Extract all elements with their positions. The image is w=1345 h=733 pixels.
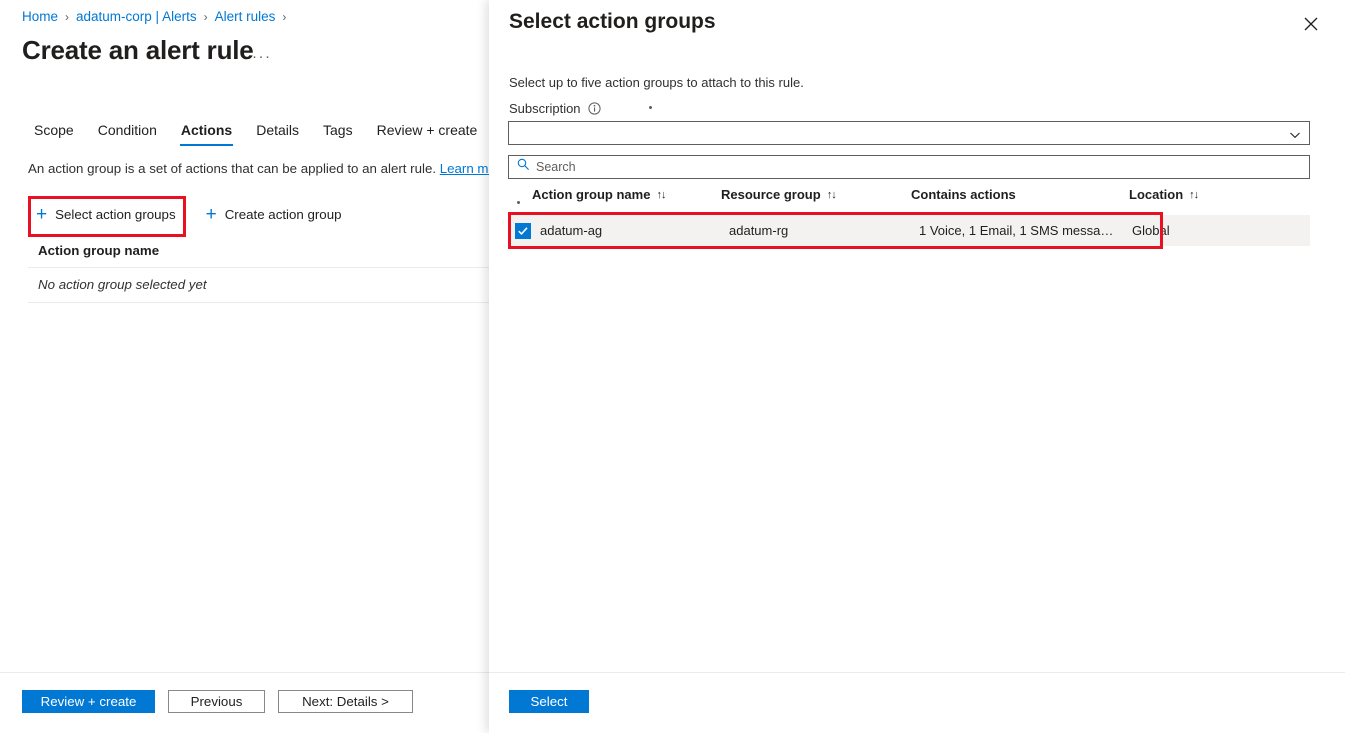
previous-button[interactable]: Previous xyxy=(168,690,265,713)
review-create-button[interactable]: Review + create xyxy=(22,690,155,713)
table-row[interactable]: adatum-ag adatum-rg 1 Voice, 1 Email, 1 … xyxy=(508,215,1310,246)
action-groups-table-header: Action group name ↑↓ Resource group ↑↓ C… xyxy=(508,187,1310,207)
page-title: Create an alert rule xyxy=(22,35,254,66)
divider xyxy=(28,302,489,303)
column-header-label: Location xyxy=(1129,187,1183,202)
breadcrumb: Home › adatum-corp | Alerts › Alert rules › xyxy=(22,9,293,24)
no-action-group-selected-text: No action group selected yet xyxy=(38,277,207,292)
tab-tags[interactable]: Tags xyxy=(311,118,365,146)
action-group-name-column-header: Action group name xyxy=(38,243,159,258)
redacted-subscription-marker xyxy=(649,106,652,109)
sort-icon: ↑↓ xyxy=(1189,189,1198,201)
chevron-down-icon xyxy=(1289,128,1301,146)
more-options-button[interactable]: ··· xyxy=(252,48,272,65)
search-input[interactable]: Search xyxy=(508,155,1310,179)
create-alert-rule-pane: Home › adatum-corp | Alerts › Alert rules › C… xyxy=(0,0,489,733)
select-all-checkbox[interactable] xyxy=(517,201,520,204)
subscription-dropdown[interactable] xyxy=(508,121,1310,145)
actions-description: An action group is a set of actions that… xyxy=(28,161,500,176)
cell-location: Global xyxy=(1132,223,1170,238)
breadcrumb-separator: › xyxy=(204,10,208,24)
plus-icon: + xyxy=(206,205,217,224)
info-icon[interactable] xyxy=(588,102,601,115)
select-action-groups-panel: Select action groups Select up to five a… xyxy=(489,0,1345,733)
sort-icon: ↑↓ xyxy=(827,189,836,201)
next-details-button[interactable]: Next: Details > xyxy=(278,690,413,713)
panel-intro-text: Select up to five action groups to attac… xyxy=(509,75,804,90)
create-action-group-button[interactable]: + Create action group xyxy=(206,205,342,224)
cell-action-group-name: adatum-ag xyxy=(540,223,602,238)
column-header-location[interactable]: Location ↑↓ xyxy=(1129,187,1198,202)
divider xyxy=(28,267,489,268)
tab-condition[interactable]: Condition xyxy=(86,118,169,146)
wizard-tabs: Scope Condition Actions Details Tags Rev… xyxy=(22,118,489,146)
divider xyxy=(0,672,489,673)
create-action-group-label: Create action group xyxy=(225,207,342,222)
wizard-footer: Review + create Previous Next: Details > xyxy=(22,690,413,713)
column-header-label: Contains actions xyxy=(911,187,1016,202)
select-action-groups-label: Select action groups xyxy=(55,207,175,222)
column-header-label: Action group name xyxy=(532,187,650,202)
breadcrumb-separator: › xyxy=(65,10,69,24)
column-header-contains-actions[interactable]: Contains actions xyxy=(911,187,1016,202)
column-header-action-group-name[interactable]: Action group name ↑↓ xyxy=(532,187,665,202)
actions-description-text: An action group is a set of actions that… xyxy=(28,161,436,176)
sort-icon: ↑↓ xyxy=(656,189,665,201)
breadcrumb-item-alerts[interactable]: adatum-corp | Alerts xyxy=(76,9,197,24)
plus-icon: + xyxy=(36,205,47,224)
subscription-label-row: Subscription xyxy=(509,101,601,116)
search-placeholder: Search xyxy=(536,160,576,174)
tab-scope[interactable]: Scope xyxy=(22,118,86,146)
divider xyxy=(489,672,1345,673)
action-group-command-bar: + Select action groups + Create action g… xyxy=(36,205,342,224)
breadcrumb-item-alert-rules[interactable]: Alert rules xyxy=(215,9,276,24)
tab-review-create[interactable]: Review + create xyxy=(365,118,490,146)
screen: Home › adatum-corp | Alerts › Alert rules › C… xyxy=(0,0,1345,733)
row-checkbox[interactable] xyxy=(515,223,531,239)
column-header-resource-group[interactable]: Resource group ↑↓ xyxy=(721,187,836,202)
breadcrumb-separator: › xyxy=(282,10,286,24)
subscription-label: Subscription xyxy=(509,101,581,116)
select-action-groups-button[interactable]: + Select action groups xyxy=(36,205,176,224)
column-header-label: Resource group xyxy=(721,187,821,202)
close-icon[interactable] xyxy=(1299,12,1323,36)
panel-title: Select action groups xyxy=(509,10,716,34)
breadcrumb-item-home[interactable]: Home xyxy=(22,9,58,24)
select-button[interactable]: Select xyxy=(509,690,589,713)
tab-actions[interactable]: Actions xyxy=(169,118,244,146)
cell-contains-actions: 1 Voice, 1 Email, 1 SMS messa… xyxy=(919,223,1113,238)
cell-resource-group: adatum-rg xyxy=(729,223,788,238)
tab-details[interactable]: Details xyxy=(244,118,311,146)
search-icon xyxy=(517,158,530,176)
